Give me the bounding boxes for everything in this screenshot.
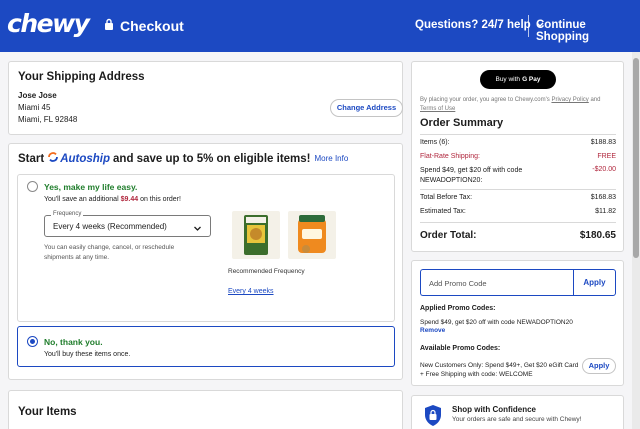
summary-row-tax: Estimated Tax: $11.82 [420,208,616,215]
privacy-policy-link[interactable]: Privacy Policy [551,97,588,103]
summary-divider [420,134,616,135]
summary-row-before-tax: Total Before Tax: $168.83 [420,194,616,201]
autoship-note: You can easily change, cancel, or resche… [44,244,175,261]
shipping-value: FREE [597,153,616,160]
savings-prefix: You'll save an additional [44,196,119,203]
before-tax-value: $168.83 [590,194,616,201]
autoship-brand: Autoship [60,152,111,165]
gpay-label: Buy with [495,76,521,83]
available-promo-title: Available Promo Codes: [420,345,501,352]
promo-apply-button[interactable]: Apply [573,269,616,296]
shipping-title: Your Shipping Address [18,71,145,83]
autoship-no-radio[interactable] [27,336,38,347]
help-menu[interactable]: Questions? 24/7 help [415,19,544,31]
help-label: Questions? 24/7 help [415,19,531,31]
shipping-line2: Miami, FL 92848 [18,115,78,124]
before-tax-label: Total Before Tax: [420,194,473,201]
confidence-title: Shop with Confidence [452,405,536,414]
header-bar: chewy Checkout Questions? 24/7 help Cont… [0,0,640,52]
confidence-subtitle: Your orders are safe and secure with Che… [452,416,582,423]
frequency-select[interactable]: Frequency Every 4 weeks (Recommended) [44,211,211,238]
autoship-no-option[interactable]: No, thank you. You'll buy these items on… [17,326,395,367]
shipping-line1: Miami 45 [18,103,51,112]
header-divider [528,15,529,37]
product-image-treats [232,211,280,259]
order-total: Order Total: $180.65 [420,230,616,241]
recommended-frequency-link[interactable]: Every 4 weeks [228,288,274,295]
autoship-savings: You'll save an additional $9.44 on this … [44,196,181,203]
autoship-start: Start [18,152,45,165]
autoship-no-title: No, thank you. [44,337,103,347]
autoship-heading: Start Autoship and save up to 5% on elig… [18,152,348,165]
available-promo-apply-button[interactable]: Apply [582,358,616,374]
autoship-yes-option[interactable]: Yes, make my life easy. You'll save an a… [17,174,395,322]
order-summary-title: Order Summary [420,117,504,129]
applied-promo-text: Spend $49, get $20 off with code NEWADOP… [420,319,573,326]
items-label: Items (6): [420,139,450,146]
frequency-value: Every 4 weeks (Recommended) [53,222,167,231]
autoship-yes-radio[interactable] [27,181,38,192]
available-promo-text: New Customers Only: Spend $49+, Get $20 … [420,362,579,378]
chewy-logo[interactable]: chewy [7,9,90,38]
google-pay-button[interactable]: Buy with G Pay [480,70,556,89]
items-value: $188.83 [590,139,616,146]
order-summary-card: Buy with G Pay By placing your order, yo… [411,61,624,252]
items-title: Your Items [18,406,77,418]
autoship-headline: and save up to 5% on eligible items! [113,152,311,165]
tax-value: $11.82 [595,208,616,215]
autoship-no-subtitle: You'll buy these items once. [44,351,131,358]
remove-promo-link[interactable]: Remove [420,327,445,334]
lock-icon [104,17,114,35]
autoship-yes-title: Yes, make my life easy. [44,182,138,192]
promo-code-card: Add Promo Code Apply Applied Promo Codes… [411,260,624,386]
summary-row-shipping: Flat-Rate Shipping: FREE [420,153,616,160]
frequency-label: Frequency [51,211,84,217]
terms-agreement: By placing your order, you agree to Chew… [420,96,616,113]
promo-code-input[interactable]: Add Promo Code [420,269,574,296]
change-address-button[interactable]: Change Address [330,99,403,117]
summary-row-promo: Spend $49, get $20 off with code NEWADOP… [420,166,570,185]
shipping-address: Jose Jose Miami 45 Miami, FL 92848 [18,90,77,126]
items-card: Your Items [8,390,403,429]
agree-and: and [590,97,601,103]
savings-suffix: on this order! [140,196,181,203]
applied-promo-title: Applied Promo Codes: [420,305,496,312]
total-label: Order Total: [420,230,477,241]
savings-amount: $9.44 [120,196,139,203]
terms-of-use-link[interactable]: Terms of Use [420,106,455,112]
promo-summary-value: -$20.00 [592,166,616,173]
checkout-label: Checkout [120,18,184,34]
shipping-name: Jose Jose [18,91,57,100]
recommended-frequency-label: Recommended Frequency [228,268,305,275]
summary-divider [420,222,616,223]
product-image-supplement [288,211,336,259]
shipping-label: Flat-Rate Shipping: [420,153,480,160]
shipping-address-card: Your Shipping Address Jose Jose Miami 45… [8,61,403,135]
summary-divider [420,189,616,190]
total-value: $180.65 [579,230,616,241]
continue-shopping-link[interactable]: Continue Shopping [536,19,640,43]
scrollbar-thumb[interactable] [633,58,639,258]
shop-with-confidence-card: Shop with Confidence Your orders are saf… [411,395,624,429]
more-info-link[interactable]: More Info [315,154,349,163]
agree-text: By placing your order, you agree to Chew… [420,97,550,103]
chevron-down-icon [193,220,202,238]
gpay-brand: G Pay [522,76,541,83]
checkout-heading: Checkout [104,17,184,35]
tax-label: Estimated Tax: [420,208,466,215]
autoship-card: Start Autoship and save up to 5% on elig… [8,143,403,380]
autoship-logo-icon [48,152,59,165]
summary-row-items: Items (6): $188.83 [420,139,616,146]
promo-summary-label: Spend $49, get $20 off with code NEWADOP… [420,167,523,184]
shield-lock-icon [423,404,443,429]
